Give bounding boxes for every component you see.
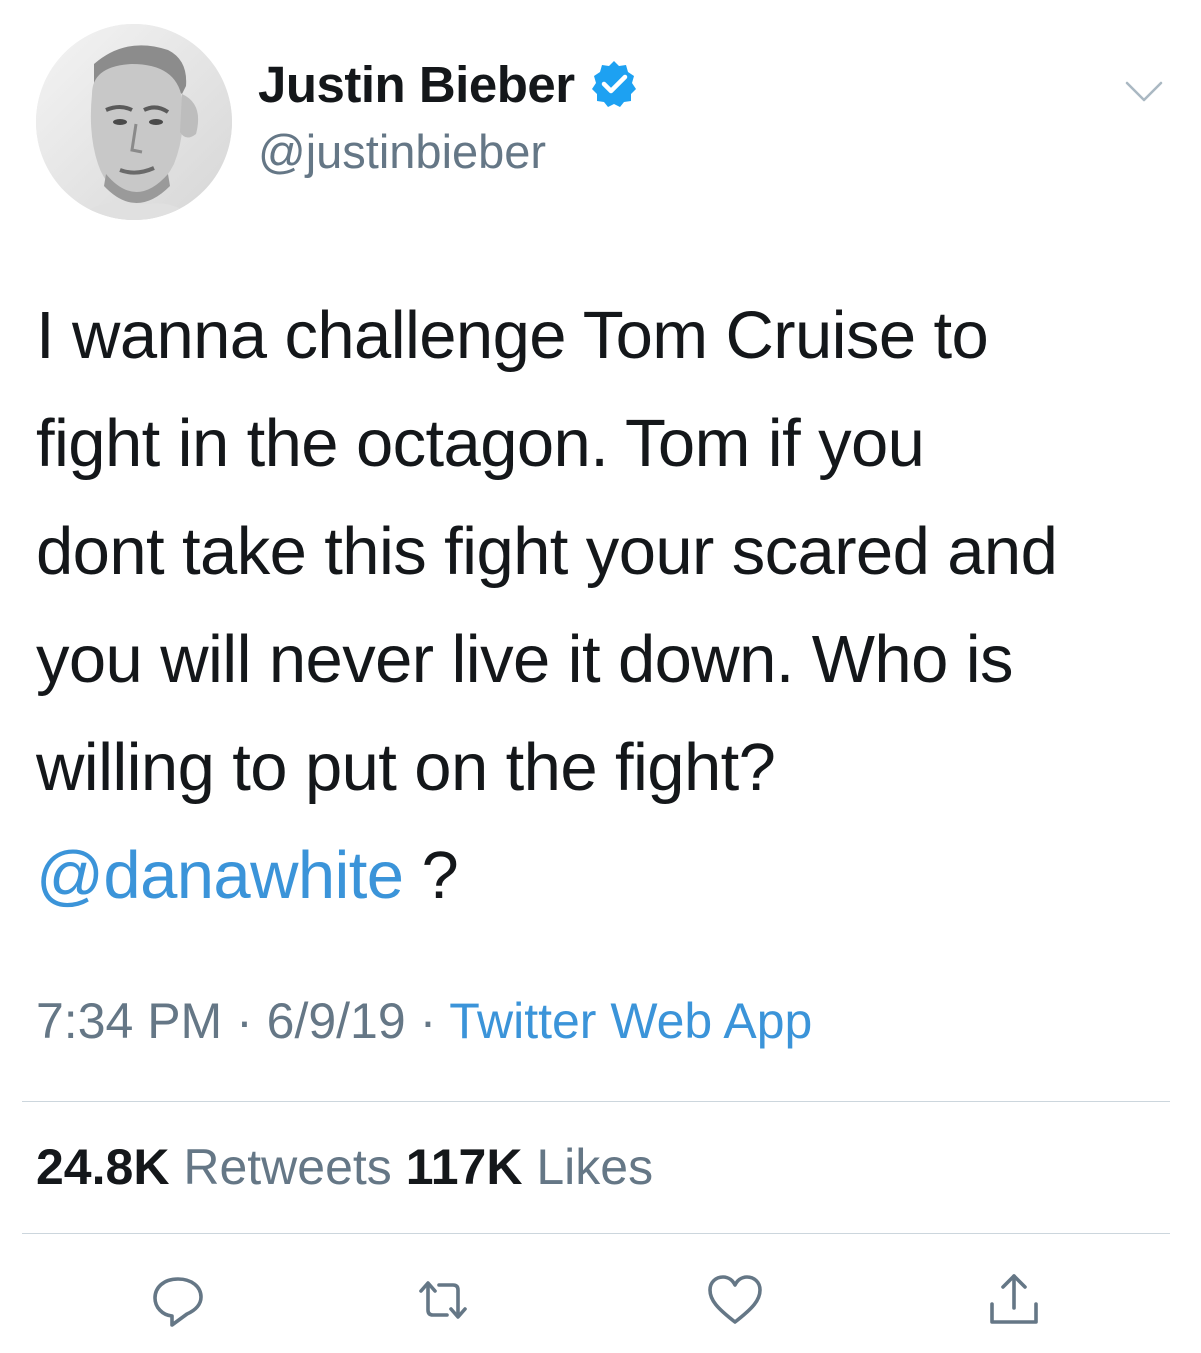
tweet-line: I wanna challenge Tom Cruise to xyxy=(36,298,989,373)
tweet-text: I wanna challenge Tom Cruise to fight in… xyxy=(36,282,1166,930)
author-handle[interactable]: @justinbieber xyxy=(258,124,546,179)
author-name[interactable]: Justin Bieber xyxy=(258,55,575,114)
retweets-count: 24.8K xyxy=(36,1139,170,1195)
retweet-button[interactable] xyxy=(413,1270,473,1330)
author-name-row: Justin Bieber xyxy=(258,54,639,114)
tweet-mention-line: @danawhite ? xyxy=(36,822,1166,930)
mention-link[interactable]: @danawhite xyxy=(36,838,404,913)
likes-label: Likes xyxy=(536,1139,654,1195)
tweet-time[interactable]: 7:34 PM xyxy=(36,993,222,1049)
tweet-line: fight in the octagon. Tom if you xyxy=(36,406,925,481)
tweet-line: dont take this fight your scared and xyxy=(36,514,1058,589)
mention-suffix: ? xyxy=(403,838,459,913)
heart-icon xyxy=(708,1275,762,1324)
meta-separator: · xyxy=(405,993,450,1049)
meta-separator: · xyxy=(222,993,267,1049)
tweet-source-link[interactable]: Twitter Web App xyxy=(449,993,812,1049)
share-icon xyxy=(990,1274,1038,1324)
reply-button[interactable] xyxy=(148,1270,208,1330)
likes-stat[interactable]: 117K Likes xyxy=(406,1139,653,1195)
share-button[interactable] xyxy=(984,1270,1044,1330)
chevron-down-icon[interactable] xyxy=(1124,80,1164,104)
tweet-stats: 24.8K Retweets 117K Likes xyxy=(36,1138,653,1196)
retweet-icon xyxy=(419,1281,467,1319)
retweets-label: Retweets xyxy=(183,1139,392,1195)
tweet-line: willing to put on the fight? xyxy=(36,730,776,805)
retweets-stat[interactable]: 24.8K Retweets xyxy=(36,1139,392,1195)
reply-icon xyxy=(153,1277,203,1327)
like-button[interactable] xyxy=(705,1270,765,1330)
divider xyxy=(22,1233,1170,1234)
avatar[interactable] xyxy=(36,24,232,220)
profile-photo xyxy=(36,24,232,220)
likes-count: 117K xyxy=(405,1139,523,1195)
verified-badge-icon xyxy=(589,59,639,109)
tweet-date[interactable]: 6/9/19 xyxy=(267,993,406,1049)
divider xyxy=(22,1101,1170,1102)
tweet-meta: 7:34 PM · 6/9/19 · Twitter Web App xyxy=(36,992,812,1050)
tweet-line: you will never live it down. Who is xyxy=(36,622,1014,697)
